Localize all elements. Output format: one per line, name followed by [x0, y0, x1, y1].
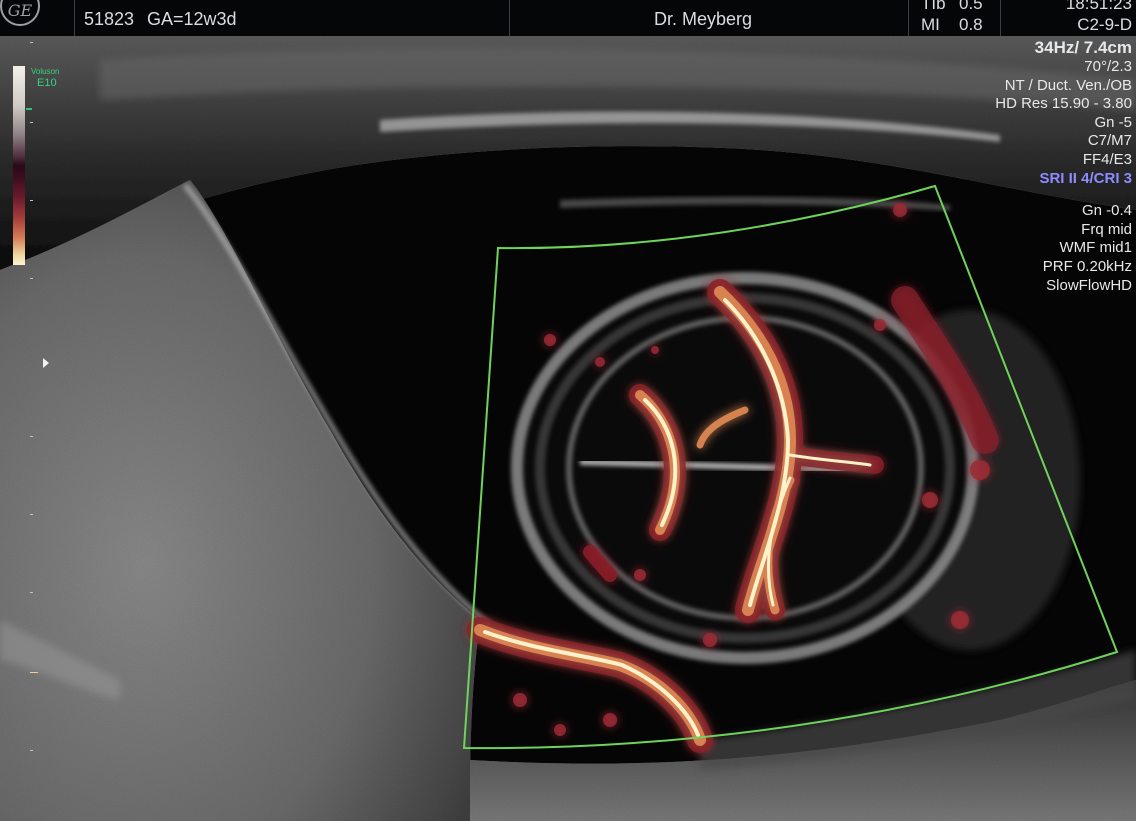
ge-logo-icon: GE — [0, 0, 40, 26]
gestational-age: GA=12w3d — [147, 9, 237, 29]
header-separator — [908, 0, 909, 36]
ultrasound-image[interactable] — [0, 36, 1136, 821]
depth-tick — [30, 672, 38, 673]
mi-label: MI — [921, 15, 940, 34]
operator-name: Dr. Meyberg — [654, 9, 753, 29]
depth-tick — [30, 42, 33, 43]
depth-tick — [30, 200, 33, 201]
flow-mode: SlowFlowHD — [1046, 276, 1132, 294]
tib-value: 0.5 — [959, 0, 983, 13]
depth-tick — [30, 592, 33, 593]
exam-preset: NT / Duct. Ven./OB — [1004, 76, 1132, 94]
gain-value: Gn -5 — [1094, 113, 1132, 131]
device-brand: Voluson E10 — [31, 67, 59, 90]
doppler-frequency: Frq mid — [1081, 220, 1132, 238]
brand-name: Voluson — [31, 67, 60, 76]
frame-rate-depth: 34Hz/ 7.4cm — [1034, 38, 1132, 57]
brand-model: E10 — [37, 77, 57, 89]
depth-tick — [30, 122, 33, 123]
tib-label: TIb — [921, 0, 946, 13]
pulse-repetition-frequency: PRF 0.20kHz — [1042, 257, 1132, 275]
parameter-panel: 34Hz/ 7.4cm 70°/2.3 NT / Duct. Ven./OB H… — [995, 38, 1132, 295]
ff-e-setting: FF4/E3 — [1082, 150, 1132, 168]
header-separator — [74, 0, 75, 36]
depth-tick — [30, 278, 33, 279]
param-spacer — [995, 188, 1132, 202]
clock-time: 18:51:23 — [1065, 0, 1132, 13]
depth-tick — [30, 514, 33, 515]
depth-tick — [30, 750, 33, 751]
wall-motion-filter: WMF mid1 — [1059, 239, 1133, 257]
mi-value: 0.8 — [959, 15, 983, 34]
color-baseline-marker — [26, 108, 32, 110]
ultrasound-screen: GE 51823 GA=12w3d Dr. Meyberg TIb 0.5 MI… — [0, 0, 1136, 821]
header-bar: GE 51823 GA=12w3d Dr. Meyberg TIb 0.5 MI… — [0, 0, 1136, 36]
header-separator — [1000, 0, 1001, 36]
probe-name: C2-9-D — [1077, 15, 1132, 34]
color-gain: Gn -0.4 — [1081, 202, 1132, 220]
sri-cri-setting: SRI II 4/CRI 3 — [1039, 169, 1132, 187]
color-map-bar — [13, 66, 25, 265]
header-separator — [509, 0, 510, 36]
sector-angle: 70°/2.3 — [1084, 58, 1132, 75]
c-m-setting: C7/M7 — [1087, 132, 1132, 150]
focus-marker-icon[interactable] — [43, 358, 49, 368]
hd-resolution: HD Res 15.90 - 3.80 — [995, 95, 1132, 113]
depth-tick — [30, 436, 33, 437]
patient-id: 51823 — [84, 9, 135, 29]
